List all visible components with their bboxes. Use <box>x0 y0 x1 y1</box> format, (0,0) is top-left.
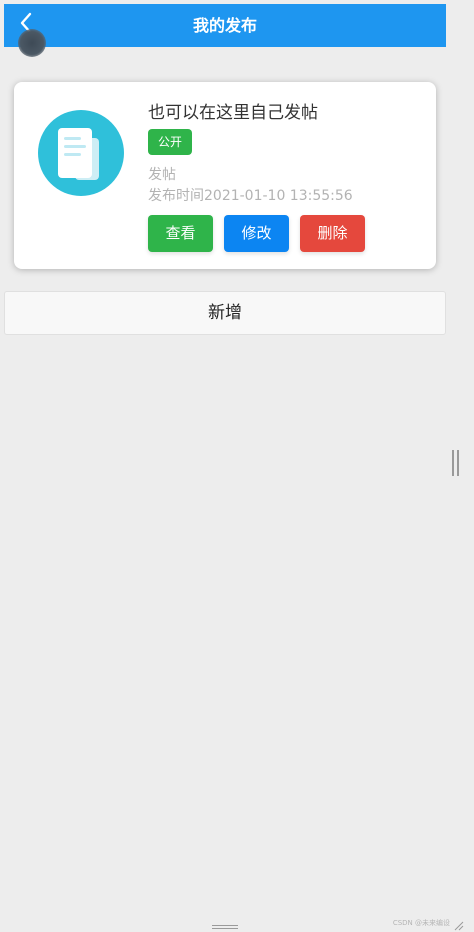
touch-indicator <box>18 29 46 57</box>
edit-button[interactable]: 修改 <box>224 215 289 252</box>
post-title: 也可以在这里自己发帖 <box>148 103 318 123</box>
add-button[interactable]: 新增 <box>4 291 446 335</box>
document-icon <box>38 110 124 196</box>
resize-handle-bottom[interactable] <box>212 925 238 930</box>
post-category: 发帖 <box>148 167 176 183</box>
resize-grip-icon[interactable] <box>452 916 464 931</box>
visibility-badge: 公开 <box>148 129 192 155</box>
resize-handle-right[interactable] <box>452 450 460 476</box>
post-time: 发布时间2021-01-10 13:55:56 <box>148 188 353 204</box>
watermark: CSDN @未来编设 <box>392 919 450 927</box>
app-page: 我的发布 也可以在这里自己发帖 公开 发帖 发布时间2021-01-10 13:… <box>0 0 474 932</box>
page-title: 我的发布 <box>192 16 257 35</box>
delete-button[interactable]: 删除 <box>300 215 365 252</box>
post-card: 也可以在这里自己发帖 公开 发帖 发布时间2021-01-10 13:55:56… <box>14 82 436 269</box>
view-button[interactable]: 查看 <box>148 215 213 252</box>
header-bar: 我的发布 <box>4 4 446 47</box>
